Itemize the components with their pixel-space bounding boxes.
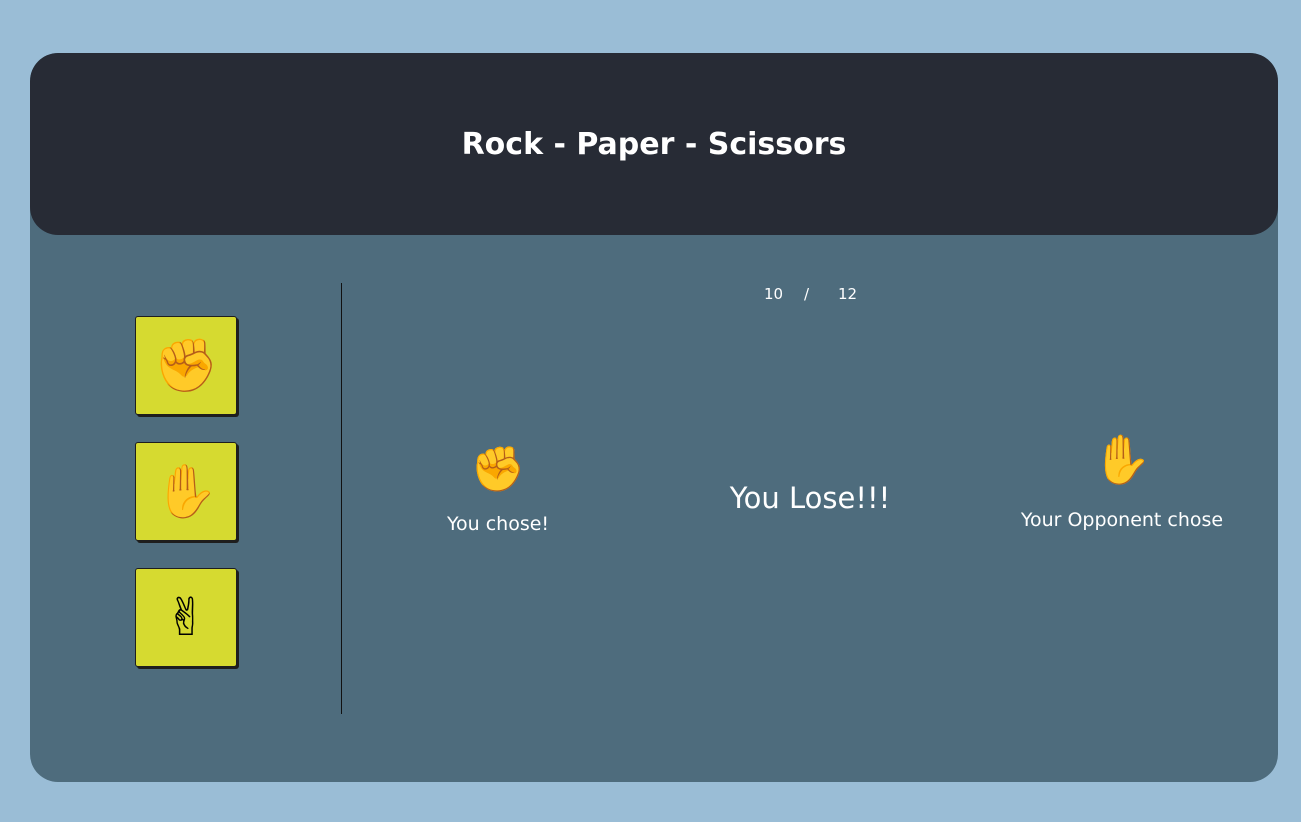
opponent-choice-icon: ✋ (1092, 432, 1152, 488)
opponent-choice-label: Your Opponent chose (1020, 509, 1224, 531)
vertical-divider (341, 283, 342, 714)
rock-button[interactable]: ✊ (135, 316, 237, 415)
player-choice-icon: ✊ (470, 444, 526, 495)
scissors-button[interactable]: ✌ (135, 568, 237, 667)
score-separator: / (804, 285, 810, 303)
page-title: Rock - Paper - Scissors (461, 126, 847, 162)
opponent-score: 12 (838, 285, 858, 303)
paper-button[interactable]: ✋ (135, 442, 237, 541)
player-score: 10 (764, 285, 784, 303)
game-card: Rock - Paper - Scissors ✊ ✋ ✌ 10 / 12 ✊ … (30, 53, 1278, 782)
choice-panel: ✊ ✋ ✌ (135, 316, 237, 694)
result-text: You Lose!!! (729, 481, 891, 515)
opponent-choice: ✋ Your Opponent chose (1010, 431, 1234, 531)
player-choice-label: You chose! (446, 513, 550, 535)
scissors-icon: ✌ (164, 587, 208, 648)
paper-icon: ✋ (153, 462, 219, 522)
player-choice: ✊ You chose! (420, 443, 576, 535)
header: Rock - Paper - Scissors (30, 53, 1278, 235)
rock-icon: ✊ (153, 336, 219, 396)
